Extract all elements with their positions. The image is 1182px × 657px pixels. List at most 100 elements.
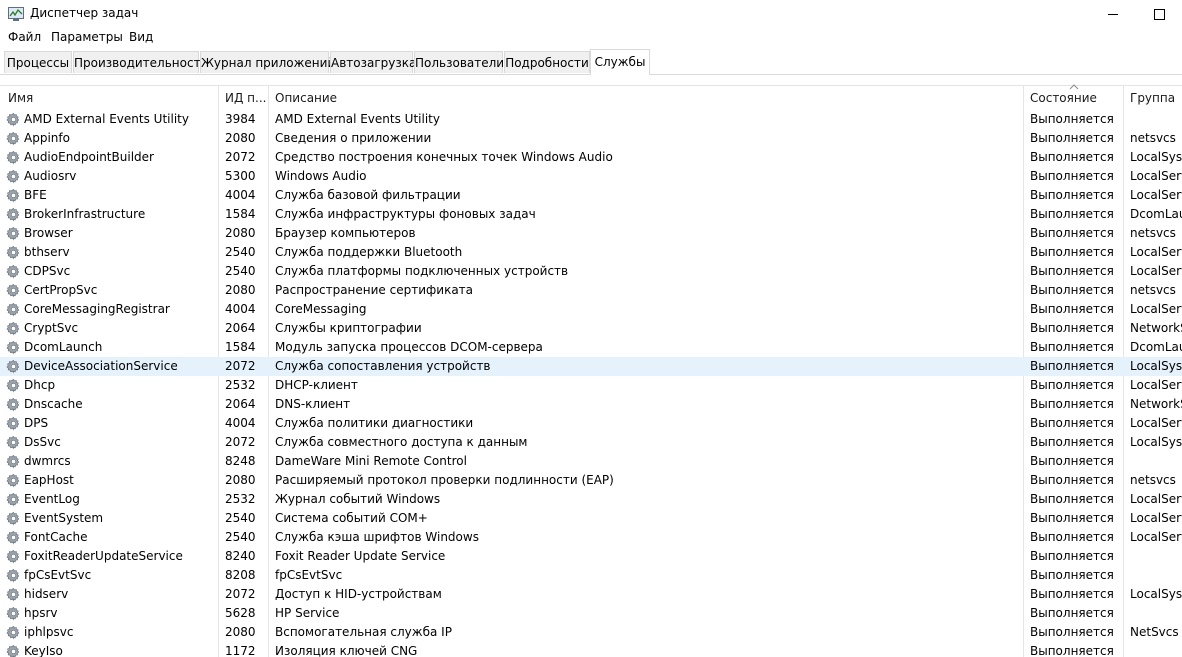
service-pid: 2540 [225, 530, 256, 544]
service-gear-icon [6, 264, 21, 279]
service-row[interactable]: FontCache 2540 Служба кэша шрифтов Windows… [0, 528, 1182, 547]
service-pid: 5628 [225, 606, 256, 620]
tab-users[interactable]: Пользователи [414, 51, 504, 73]
service-status: Выполняется [1030, 188, 1114, 202]
service-pid: 2064 [225, 397, 256, 411]
service-description: Windows Audio [275, 169, 367, 183]
service-row[interactable]: AMD External Events Utility 3984 AMD Exter… [0, 110, 1182, 129]
tab-details[interactable]: Подробности [504, 51, 590, 73]
service-pid: 8240 [225, 549, 256, 563]
service-description: Служба базовой фильтрации [275, 188, 461, 202]
service-row[interactable]: dwmrcs 8248 DameWare Mini Remote Control Вы… [0, 452, 1182, 471]
service-row[interactable]: EapHost 2080 Расширяемый протокол проверки… [0, 471, 1182, 490]
service-row[interactable]: AudioEndpointBuilder 2072 Средство построе… [0, 148, 1182, 167]
service-row[interactable]: CDPSvc 2540 Служба платформы подключенных … [0, 262, 1182, 281]
service-row[interactable]: Dhcp 2532 DHCP-клиент Выполняется LocalServi [0, 376, 1182, 395]
service-row[interactable]: FoxitReaderUpdateService 8240 Foxit Reader… [0, 547, 1182, 566]
service-description: Система событий COM+ [275, 511, 428, 525]
service-row[interactable]: CryptSvc 2064 Службы криптографии Выполняет… [0, 319, 1182, 338]
service-group: DcomLaun [1130, 207, 1182, 221]
service-status: Выполняется [1030, 359, 1114, 373]
service-name: DsSvc [24, 435, 61, 449]
tab-startup[interactable]: Автозагрузка [330, 51, 416, 73]
service-name: AudioEndpointBuilder [24, 150, 154, 164]
column-status[interactable]: Состояние [1030, 91, 1122, 105]
service-gear-icon [6, 207, 21, 222]
service-gear-icon [6, 340, 21, 355]
service-pid: 4004 [225, 302, 256, 316]
service-gear-icon [6, 169, 21, 184]
service-pid: 2072 [225, 435, 256, 449]
service-gear-icon [6, 549, 21, 564]
service-status: Выполняется [1030, 321, 1114, 335]
service-pid: 2540 [225, 245, 256, 259]
service-description: Изоляция ключей CNG [275, 644, 418, 657]
column-pid[interactable]: ИД п... [225, 91, 267, 105]
service-name: CDPSvc [24, 264, 71, 278]
service-row[interactable]: DPS 4004 Служба политики диагностики Выполн… [0, 414, 1182, 433]
service-status: Выполняется [1030, 644, 1114, 657]
service-status: Выполняется [1030, 378, 1114, 392]
service-row[interactable]: BrokerInfrastructure 1584 Служба инфрастру… [0, 205, 1182, 224]
service-group: LocalServi [1130, 264, 1182, 278]
service-name: Dnscache [24, 397, 83, 411]
service-name: iphlpsvc [24, 625, 74, 639]
menu-options[interactable]: Параметры [51, 30, 123, 44]
service-name: EventLog [24, 492, 80, 506]
service-name: CoreMessagingRegistrar [24, 302, 170, 316]
service-row[interactable]: Dnscache 2064 DNS-клиент Выполняется Network… [0, 395, 1182, 414]
sort-ascending-icon [1069, 84, 1079, 90]
service-status: Выполняется [1030, 169, 1114, 183]
service-row[interactable]: bthserv 2540 Служба поддержки Bluetooth Вып… [0, 243, 1182, 262]
service-row[interactable]: BFE 4004 Служба базовой фильтрации Выполняе… [0, 186, 1182, 205]
service-gear-icon [6, 435, 21, 450]
service-name: FoxitReaderUpdateService [24, 549, 183, 563]
service-row[interactable]: DsSvc 2072 Служба совместного доступа к да… [0, 433, 1182, 452]
menu-file[interactable]: Файл [8, 30, 41, 44]
service-pid: 2072 [225, 150, 256, 164]
service-row[interactable]: Appinfo 2080 Сведения о приложении Выполняе… [0, 129, 1182, 148]
service-name: Browser [24, 226, 73, 240]
service-pid: 5300 [225, 169, 256, 183]
service-row[interactable]: DeviceAssociationService 2072 Служба сопос… [0, 357, 1182, 376]
service-status: Выполняется [1030, 492, 1114, 506]
service-pid: 2080 [225, 283, 256, 297]
service-row[interactable]: EventSystem 2540 Система событий COM+ Выпол… [0, 509, 1182, 528]
column-group[interactable]: Группа [1130, 91, 1182, 105]
service-row[interactable]: EventLog 2532 Журнал событий Windows Выполн… [0, 490, 1182, 509]
maximize-button[interactable] [1136, 0, 1182, 28]
service-row[interactable]: fpCsEvtSvc 8208 fpCsEvtSvc Выполняется [0, 566, 1182, 585]
tab-services[interactable]: Службы [590, 49, 650, 75]
tab-app-history[interactable]: Журнал приложений [200, 51, 335, 73]
service-name: CertPropSvc [24, 283, 98, 297]
service-pid: 8208 [225, 568, 256, 582]
service-gear-icon [6, 530, 21, 545]
service-row[interactable]: hidserv 2072 Доступ к HID-устройствам Выпол… [0, 585, 1182, 604]
service-status: Выполняется [1030, 549, 1114, 563]
minimize-button[interactable] [1090, 0, 1136, 28]
menu-view[interactable]: Вид [129, 30, 153, 44]
service-row[interactable]: hpsrv 5628 HP Service Выполняется [0, 604, 1182, 623]
service-gear-icon [6, 245, 21, 260]
service-row[interactable]: Audiosrv 5300 Windows Audio Выполняется Loca… [0, 167, 1182, 186]
column-description[interactable]: Описание [275, 91, 1015, 105]
service-row[interactable]: CertPropSvc 2080 Распространение сертифика… [0, 281, 1182, 300]
service-row[interactable]: DcomLaunch 1584 Модуль запуска процессов D… [0, 338, 1182, 357]
service-name: Appinfo [24, 131, 70, 145]
service-description: Расширяемый протокол проверки подлинност… [275, 473, 614, 487]
service-gear-icon [6, 359, 21, 374]
service-status: Выполняется [1030, 397, 1114, 411]
tab-performance[interactable]: Производительность [73, 51, 208, 73]
service-status: Выполняется [1030, 473, 1114, 487]
service-gear-icon [6, 511, 21, 526]
tab-processes[interactable]: Процессы [4, 51, 72, 73]
service-description: Служба сопоставления устройств [275, 359, 491, 373]
service-description: Браузер компьютеров [275, 226, 416, 240]
service-row[interactable]: CoreMessagingRegistrar 4004 CoreMessaging В… [0, 300, 1182, 319]
column-name[interactable]: Имя [8, 91, 213, 105]
service-row[interactable]: Browser 2080 Браузер компьютеров Выполняетс… [0, 224, 1182, 243]
service-row[interactable]: iphlpsvc 2080 Вспомогательная служба IP Вып… [0, 623, 1182, 642]
service-name: EapHost [24, 473, 74, 487]
service-pid: 2540 [225, 264, 256, 278]
service-row[interactable]: KeyIso 1172 Изоляция ключей CNG Выполняется [0, 642, 1182, 657]
